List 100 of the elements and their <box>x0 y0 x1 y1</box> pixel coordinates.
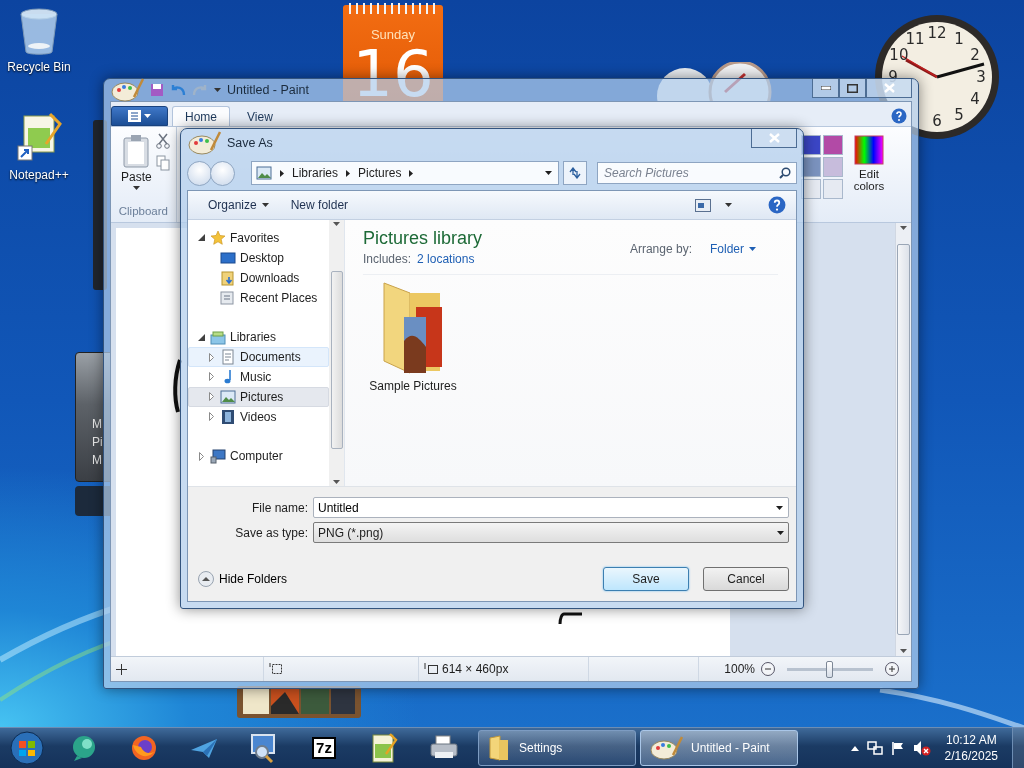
nav-item[interactable]: Videos <box>188 406 329 427</box>
nav-item[interactable]: Documents <box>188 347 329 367</box>
nav-item[interactable]: Favorites <box>188 228 329 248</box>
dialog-button[interactable]: Cancel <box>703 567 789 591</box>
close-button[interactable] <box>751 129 797 148</box>
nav-item[interactable]: Recent Places <box>188 287 329 308</box>
brush-stroke <box>558 612 582 625</box>
7zip-icon[interactable]: 7z <box>312 737 336 759</box>
chevron-up-icon <box>198 571 214 587</box>
slider-thumb[interactable] <box>826 660 833 678</box>
breadcrumb-arrow-icon[interactable] <box>280 169 284 177</box>
menu-icon <box>128 110 141 122</box>
clock-number: 12 <box>927 24 947 42</box>
breadcrumb-item[interactable]: Pictures <box>358 166 402 180</box>
downloads-folder-icon <box>220 269 236 286</box>
network-icon[interactable] <box>866 741 883 755</box>
scrollbar-thumb[interactable] <box>330 271 343 449</box>
scrollbar[interactable] <box>895 223 911 656</box>
desktop-icon <box>220 249 236 266</box>
taskbar-pinned-app[interactable]: 7z <box>294 729 354 767</box>
nav-item[interactable]: Desktop <box>188 247 329 268</box>
clipboard-icon <box>122 134 151 168</box>
desktop-icon-label[interactable]: Notepad++ <box>9 168 69 182</box>
file-type-dropdown[interactable]: PNG (*.png) <box>313 522 789 543</box>
tray-clock[interactable]: 10:12 AM 2/16/2025 <box>938 732 1004 764</box>
minimize-button[interactable] <box>812 79 839 98</box>
maximize-button[interactable] <box>839 79 866 98</box>
hide-folders-button[interactable]: Hide Folders <box>198 571 288 587</box>
ribbon-tab[interactable]: Home <box>172 106 230 126</box>
desktop-icon-label[interactable]: Recycle Bin <box>7 60 71 74</box>
taskbar-window-button[interactable]: Settings <box>478 730 636 766</box>
breadcrumb-item[interactable]: Libraries <box>292 166 339 180</box>
clock-number: 1 <box>954 29 964 48</box>
show-hidden-icons-icon[interactable] <box>850 745 859 751</box>
collapsed-arrow-icon[interactable] <box>209 412 214 422</box>
new-folder-button[interactable]: New folder <box>286 196 353 214</box>
collapsed-arrow-icon[interactable] <box>209 352 214 362</box>
libraries-icon <box>210 329 226 346</box>
field-label: Save as type: <box>234 525 308 540</box>
expanded-arrow-icon[interactable] <box>198 234 205 242</box>
help-icon[interactable] <box>891 108 907 124</box>
view-icon[interactable] <box>695 198 711 212</box>
help-icon[interactable] <box>768 196 786 214</box>
edit-colors-button[interactable]: Edit colors <box>849 135 889 192</box>
nav-item[interactable]: Libraries <box>188 327 329 348</box>
app-menu-button[interactable] <box>111 106 168 126</box>
show-desktop-button[interactable] <box>1012 728 1024 768</box>
zoom-in-icon[interactable] <box>885 662 899 676</box>
taskbar-window-button[interactable]: Untitled - Paint <box>640 730 798 766</box>
scrollbar[interactable] <box>329 220 344 486</box>
collapsed-arrow-icon[interactable] <box>209 372 214 382</box>
refresh-icon <box>568 167 582 179</box>
caret-icon <box>900 649 907 653</box>
dialog-button[interactable]: Save <box>603 567 689 591</box>
search-field[interactable]: Search Pictures <box>597 162 797 184</box>
caret-icon <box>777 530 784 535</box>
flag-icon[interactable] <box>890 741 905 755</box>
ribbon-tab[interactable]: View <box>234 106 286 126</box>
close-icon <box>883 83 895 93</box>
muted-speaker-icon[interactable] <box>912 740 931 756</box>
color-swatch[interactable] <box>823 135 843 155</box>
canvas-size-text: 614 × 460px <box>442 662 509 676</box>
color-swatch[interactable] <box>823 157 843 177</box>
cut-icon[interactable] <box>155 133 170 149</box>
collapsed-arrow-icon[interactable] <box>199 451 204 461</box>
pictures-icon <box>220 388 236 405</box>
move-cursor-icon <box>116 663 127 675</box>
brush-stroke <box>173 359 182 413</box>
locations-link[interactable]: 2 locations <box>417 252 475 266</box>
color-swatch[interactable] <box>823 179 843 199</box>
library-title: Pictures library <box>363 228 483 248</box>
caret-icon <box>725 203 732 207</box>
refresh-button[interactable] <box>563 161 587 185</box>
nav-item[interactable]: Music <box>188 367 329 387</box>
scrollbar-thumb[interactable] <box>897 244 910 635</box>
nav-item[interactable]: Pictures <box>188 386 329 407</box>
arrange-dropdown[interactable]: Folder <box>706 240 760 258</box>
nav-item[interactable]: Computer <box>188 446 329 467</box>
breadcrumb-arrow-icon[interactable] <box>409 169 414 177</box>
file-name-field[interactable]: Untitled <box>313 497 789 518</box>
zoom-percent: 100% <box>724 662 755 676</box>
clock-number: 4 <box>970 90 980 108</box>
address-bar[interactable]: Libraries Pictures <box>251 161 559 185</box>
caret-icon <box>261 203 269 207</box>
firefox-icon <box>129 733 159 763</box>
organize-button[interactable]: Organize <box>204 196 273 214</box>
clock-number: 6 <box>932 112 942 130</box>
includes-label: Includes: <box>363 252 412 266</box>
nav-item[interactable]: Downloads <box>188 267 329 288</box>
paper-plane-icon <box>189 736 219 760</box>
expanded-arrow-icon[interactable] <box>198 333 205 341</box>
clock-number: 11 <box>905 29 925 48</box>
paste-button[interactable]: Paste <box>117 131 156 205</box>
document-icon <box>220 349 236 366</box>
collapsed-arrow-icon[interactable] <box>209 392 214 402</box>
folder-item[interactable]: Sample Pictures <box>363 279 463 393</box>
zoom-out-icon[interactable] <box>761 662 775 676</box>
save-icon[interactable] <box>150 83 164 97</box>
window-title: Untitled - Paint <box>227 83 309 97</box>
breadcrumb-arrow-icon[interactable] <box>346 169 351 177</box>
